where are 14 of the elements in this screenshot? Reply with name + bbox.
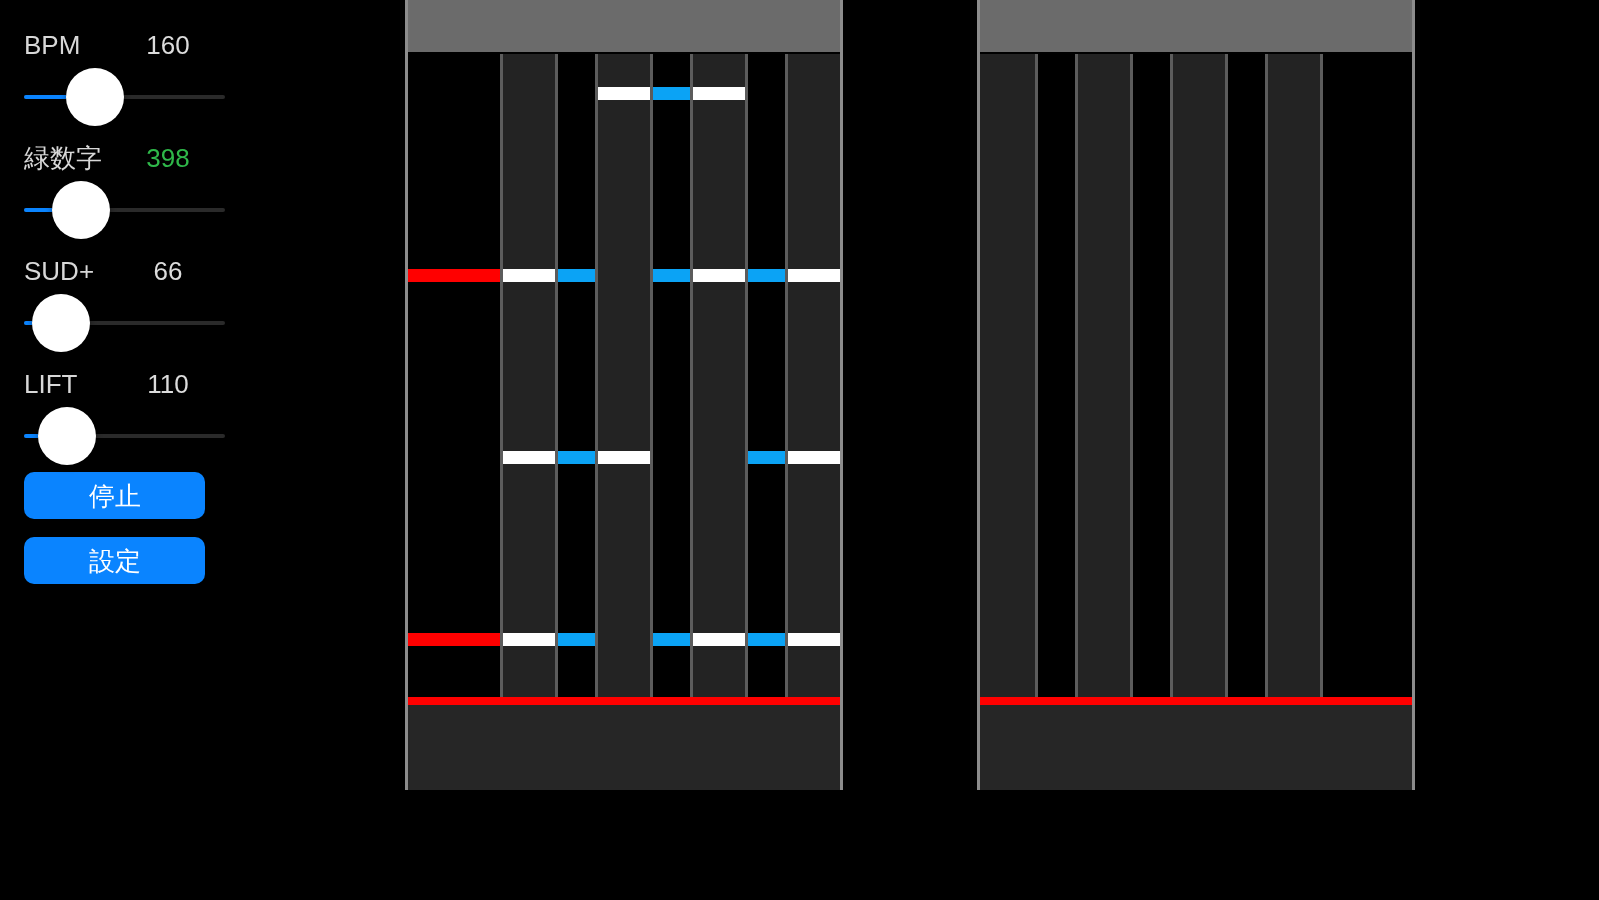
setting-label: SUD+ (24, 256, 96, 286)
slider-thumb[interactable] (52, 181, 111, 239)
setting-value: 66 (152, 256, 184, 286)
setting-value: 110 (146, 369, 190, 399)
setting-value: 398 (145, 143, 191, 173)
setting-value: 160 (145, 30, 191, 60)
action-button[interactable]: 停止 (24, 472, 205, 519)
slider-thumb[interactable] (38, 407, 97, 465)
action-button[interactable]: 設定 (24, 537, 205, 584)
setting-label: 緑数字 (24, 143, 103, 173)
slider-thumb[interactable] (66, 68, 125, 126)
slider-thumb[interactable] (32, 294, 91, 352)
setting-label: LIFT (24, 369, 79, 399)
setting-label: BPM (24, 30, 82, 60)
